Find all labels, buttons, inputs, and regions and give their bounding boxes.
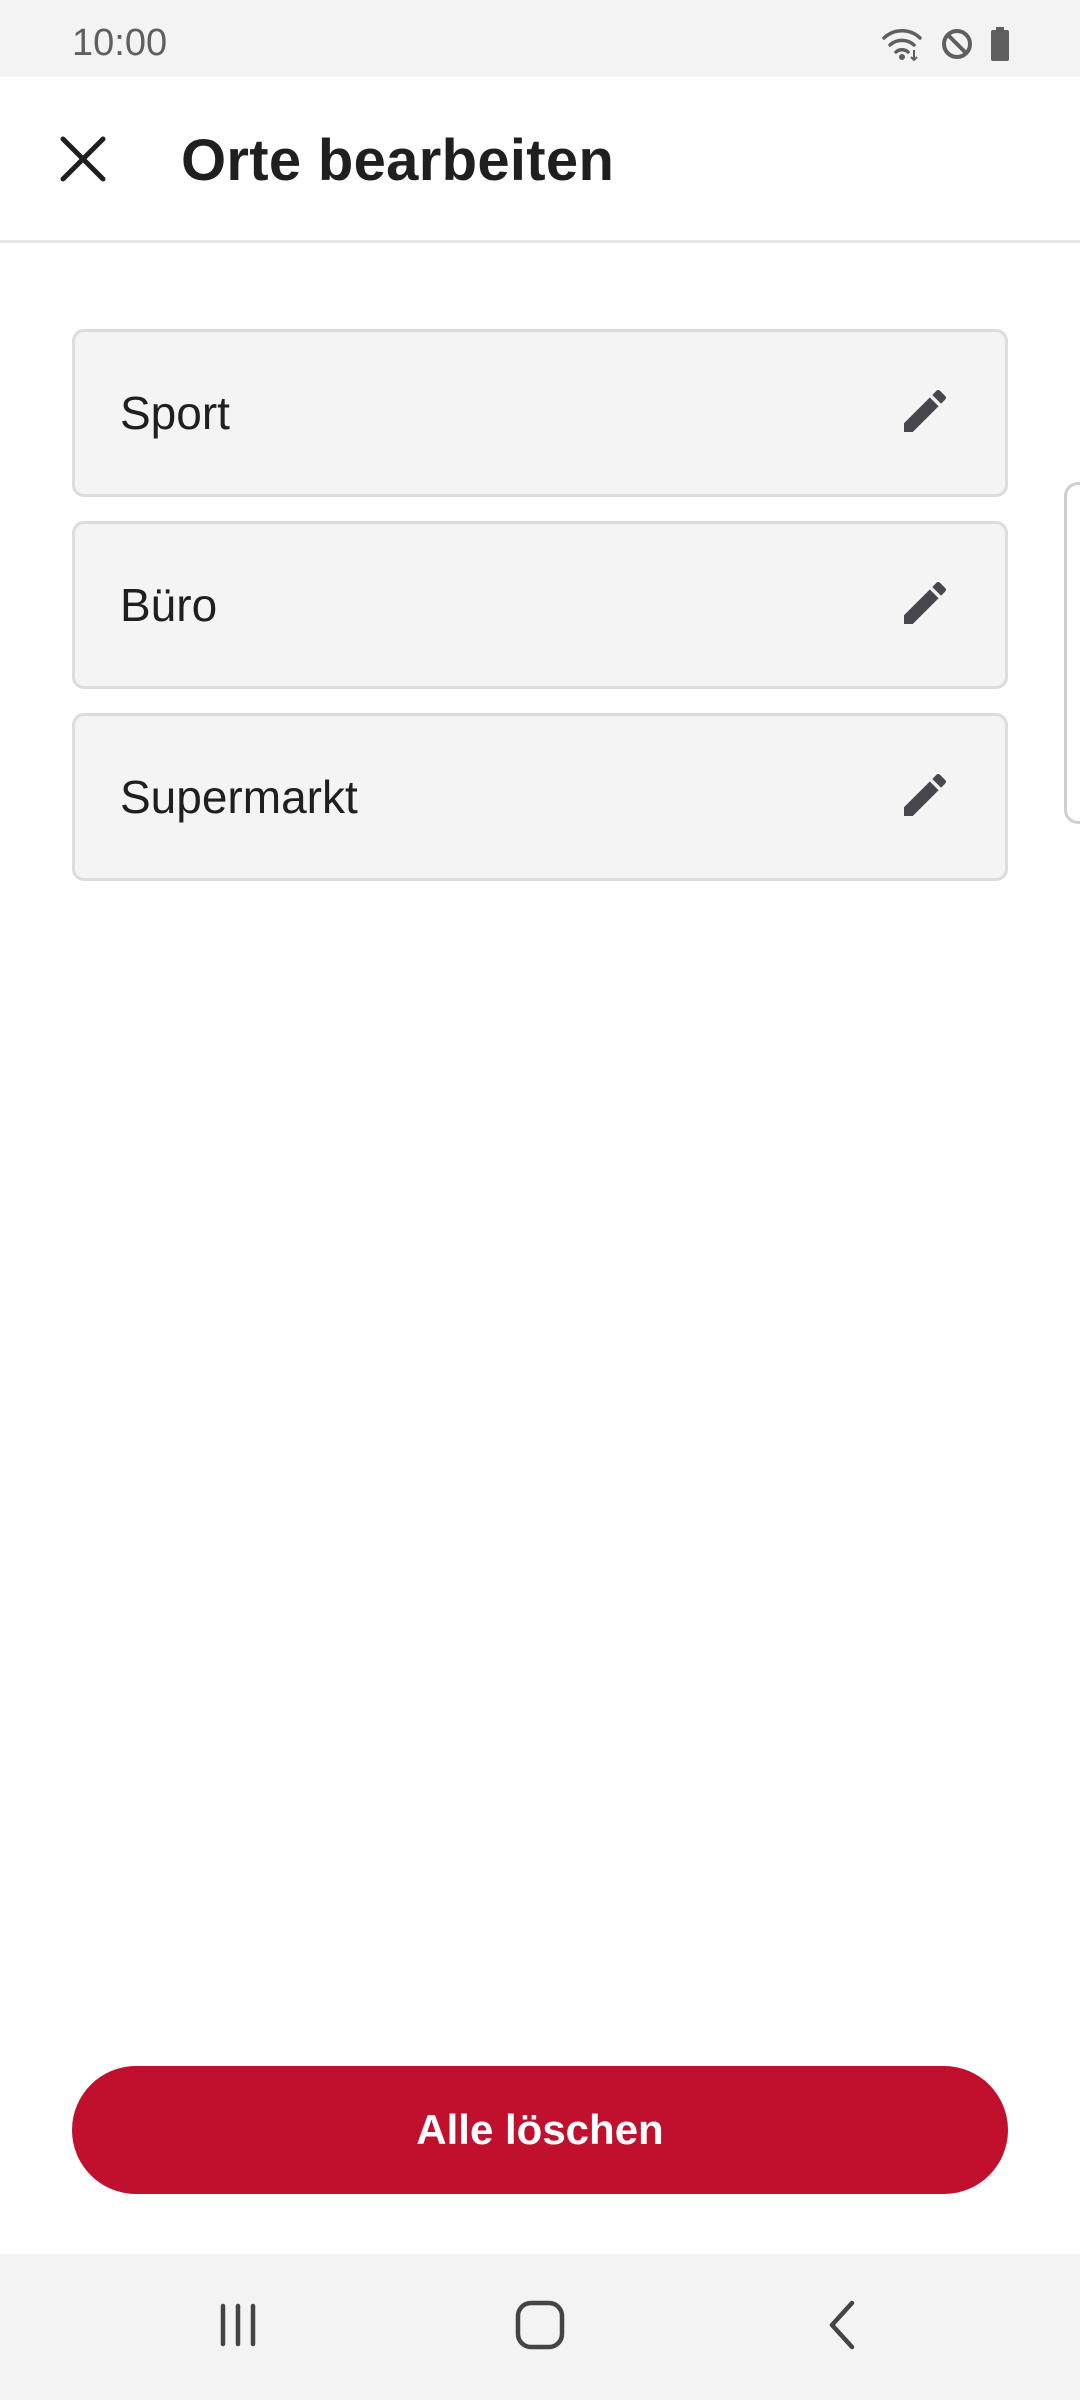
navigation-bar [0,2254,1080,2400]
edit-button[interactable] [885,757,965,837]
recents-icon [213,2300,263,2355]
back-button[interactable] [797,2282,887,2372]
delete-all-button[interactable]: Alle löschen [72,2066,1008,2194]
list-item-sport[interactable]: Sport [72,329,1008,497]
back-icon [822,2299,862,2356]
list-item-buero[interactable]: Büro [72,521,1008,689]
home-icon [514,2299,566,2356]
edit-button[interactable] [885,373,965,453]
do-not-disturb-icon [940,27,974,61]
recents-button[interactable] [193,2282,283,2372]
home-button[interactable] [495,2282,585,2372]
list-item-supermarkt[interactable]: Supermarkt [72,713,1008,881]
place-name: Sport [120,387,230,439]
places-list: Sport Büro Supermarkt [72,329,1008,905]
page-title: Orte bearbeiten [181,128,615,193]
close-button[interactable] [40,118,126,204]
pencil-icon [897,767,953,828]
app-bar: Orte bearbeiten [0,77,1080,243]
status-icons [880,24,1010,64]
close-icon [59,135,107,188]
battery-icon [990,27,1010,61]
status-bar: 10:00 [0,0,1080,77]
pencil-icon [897,383,953,444]
edit-button[interactable] [885,565,965,645]
side-panel-handle[interactable] [1064,482,1080,824]
status-time: 10:00 [72,22,168,64]
place-name: Büro [120,579,218,631]
place-name: Supermarkt [120,771,358,823]
wifi-icon [880,26,924,62]
pencil-icon [897,575,953,636]
